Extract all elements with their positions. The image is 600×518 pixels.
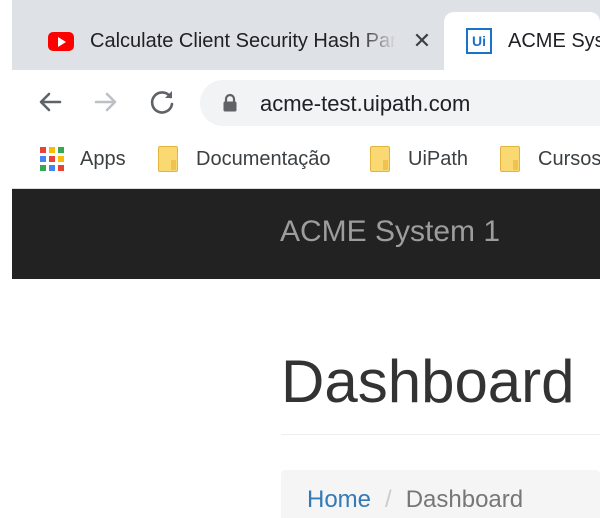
bookmarks-bar: Apps Documentação UiPath Cursos: [12, 134, 600, 189]
breadcrumb-current: Dashboard: [405, 486, 524, 513]
tab-acme-system[interactable]: Ui ACME Syst: [444, 12, 600, 70]
bookmark-label: Documentação: [196, 147, 331, 170]
bookmark-label: Apps: [80, 147, 126, 170]
bookmark-label: UiPath: [408, 147, 469, 170]
uipath-icon: Ui: [466, 28, 492, 54]
lock-icon: [223, 93, 237, 112]
breadcrumb-separator: /: [385, 486, 392, 513]
tab-title: ACME Syst: [508, 29, 600, 52]
bookmark-uipath[interactable]: UiPath: [370, 134, 468, 184]
close-tab-icon[interactable]: ✕: [410, 29, 434, 53]
forward-button[interactable]: [90, 86, 122, 118]
page: Calculate Client Security Hash Par ✕ Ui …: [0, 0, 600, 518]
bookmark-documentacao[interactable]: Documentação: [158, 134, 331, 184]
tab-strip: Calculate Client Security Hash Par ✕ Ui …: [12, 0, 600, 70]
browser-toolbar: acme-test.uipath.com: [12, 70, 600, 134]
folder-icon: [500, 146, 520, 172]
app-navbar: ACME System 1: [12, 189, 600, 279]
window-edge: [0, 0, 12, 518]
divider: [281, 434, 600, 435]
breadcrumb: Home / Dashboard: [281, 470, 600, 518]
back-arrow-icon: [39, 92, 62, 112]
reload-button[interactable]: [146, 86, 178, 118]
reload-icon: [150, 91, 174, 114]
bookmark-cursos[interactable]: Cursos: [500, 134, 600, 184]
apps-grid-icon: [40, 147, 64, 171]
bookmark-label: Cursos: [538, 147, 600, 170]
tab-title: Calculate Client Security Hash Par: [90, 29, 396, 52]
address-bar[interactable]: acme-test.uipath.com: [200, 80, 600, 126]
tab-youtube-video[interactable]: Calculate Client Security Hash Par ✕: [12, 12, 444, 70]
page-title: Dashboard: [281, 348, 575, 415]
folder-icon: [158, 146, 178, 172]
brand-link[interactable]: ACME System 1: [280, 215, 500, 249]
youtube-icon: [48, 31, 74, 51]
breadcrumb-home-link[interactable]: Home: [307, 486, 371, 513]
back-button[interactable]: [34, 86, 66, 118]
folder-icon: [370, 146, 390, 172]
bookmark-apps[interactable]: Apps: [40, 134, 126, 184]
url-text: acme-test.uipath.com: [260, 91, 471, 116]
forward-arrow-icon: [94, 92, 117, 112]
